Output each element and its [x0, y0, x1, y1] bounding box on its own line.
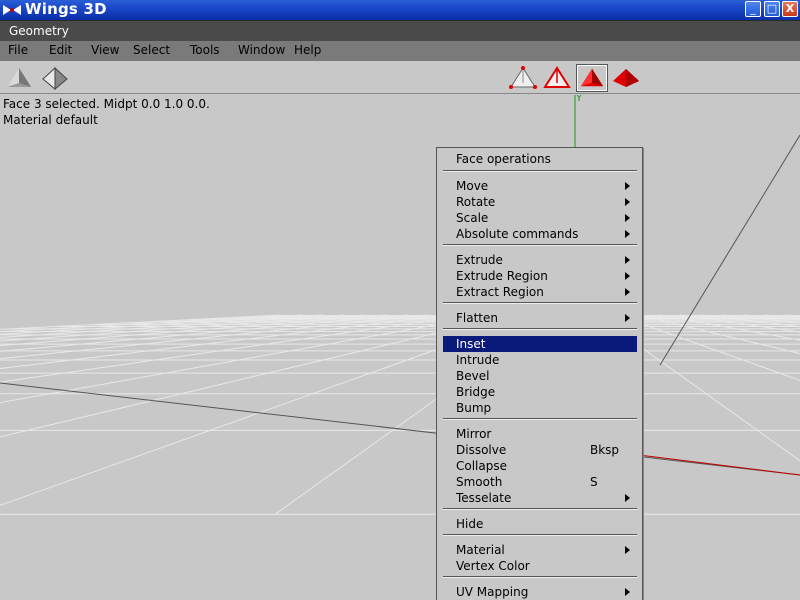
menu-item-flatten[interactable]: Flatten: [443, 310, 637, 326]
menu-item-shortcut: Bksp: [590, 443, 620, 457]
menu-item-absolute-commands[interactable]: Absolute commands: [443, 226, 637, 242]
submenu-arrow-icon: [625, 588, 630, 596]
menu-item-label: Extract Region: [456, 285, 544, 299]
geometry-title: Geometry: [9, 24, 69, 38]
menu-item-inset[interactable]: Inset: [443, 336, 637, 352]
menu-item-extract-region[interactable]: Extract Region: [443, 284, 637, 300]
menu-item-label: Bevel: [456, 369, 490, 383]
wings-logo-icon: [3, 5, 21, 15]
menu-item-label: Flatten: [456, 311, 498, 325]
menu-select[interactable]: Select: [133, 43, 170, 57]
menu-separator: [443, 418, 637, 420]
menu-item-label: Tesselate: [456, 491, 512, 505]
window-title: Wings 3D: [25, 0, 107, 18]
menu-help[interactable]: Help: [294, 43, 321, 57]
menu-item-extrude[interactable]: Extrude: [443, 252, 637, 268]
menu-item-label: Hide: [456, 517, 484, 531]
submenu-arrow-icon: [625, 314, 630, 322]
menu-item-label: Collapse: [456, 459, 507, 473]
submenu-arrow-icon: [625, 214, 630, 222]
smooth-shading-icon[interactable]: [4, 65, 34, 91]
face-operations-menu: Face operations Move Rotate Scale Absolute …: [436, 147, 643, 600]
submenu-arrow-icon: [625, 198, 630, 206]
selection-info: Face 3 selected. Midpt 0.0 1.0 0.0.: [3, 97, 210, 111]
menu-item-label: Move: [456, 179, 489, 193]
menu-item-label: Extrude: [456, 253, 503, 267]
menu-item-extrude-region[interactable]: Extrude Region: [443, 268, 637, 284]
menu-item-vertex-color[interactable]: Vertex Color: [443, 558, 637, 574]
menu-item-scale[interactable]: Scale: [443, 210, 637, 226]
menu-item-label: Scale: [456, 211, 489, 225]
menu-item-dissolve[interactable]: Dissolve Bksp: [443, 442, 637, 458]
menu-item-label: UV Mapping: [456, 585, 529, 599]
menu-window[interactable]: Window: [238, 43, 285, 57]
menu-separator: [443, 244, 637, 246]
submenu-arrow-icon: [625, 256, 630, 264]
menu-item-material[interactable]: Material: [443, 542, 637, 558]
menu-item-label: Smooth: [456, 475, 503, 489]
ground-grid: [0, 95, 800, 515]
menu-item-label: Intrude: [456, 353, 500, 367]
window-title-bar[interactable]: Wings 3D _ □ X: [0, 0, 800, 20]
menu-item-bump[interactable]: Bump: [443, 400, 637, 416]
menu-separator: [443, 328, 637, 330]
menu-item-label: Rotate: [456, 195, 496, 209]
close-button[interactable]: X: [782, 1, 798, 17]
face-select-icon[interactable]: [576, 64, 608, 92]
menu-item-move[interactable]: Move: [443, 178, 637, 194]
menu-item-hide[interactable]: Hide: [443, 516, 637, 532]
menu-item-label: Dissolve: [456, 443, 507, 457]
submenu-arrow-icon: [625, 272, 630, 280]
menu-item-shortcut: S: [590, 475, 598, 489]
maximize-button[interactable]: □: [764, 1, 780, 17]
menu-item-uv-mapping[interactable]: UV Mapping: [443, 584, 637, 600]
menu-item-label: Extrude Region: [456, 269, 548, 283]
3d-viewport[interactable]: Y Face 3 selected. Midpt 0.0 1.0 0.0. Ma…: [0, 95, 800, 600]
menu-item-bridge[interactable]: Bridge: [443, 384, 637, 400]
minimize-button[interactable]: _: [745, 1, 761, 17]
submenu-arrow-icon: [625, 288, 630, 296]
menubar: File Edit View Select Tools Window Help: [0, 41, 800, 61]
toolbar: [0, 61, 800, 94]
menu-item-collapse[interactable]: Collapse: [443, 458, 637, 474]
submenu-arrow-icon: [625, 494, 630, 502]
wireframe-shading-icon[interactable]: [40, 65, 70, 91]
menu-edit[interactable]: Edit: [49, 43, 72, 57]
menu-item-label: Inset: [456, 337, 486, 351]
x-axis-line: [0, 382, 800, 476]
menu-separator: [443, 576, 637, 578]
menu-item-tesselate[interactable]: Tesselate: [443, 490, 637, 506]
menu-item-label: Bridge: [456, 385, 496, 399]
material-info: Material default: [3, 113, 98, 127]
menu-item-smooth[interactable]: Smooth S: [443, 474, 637, 490]
menu-item-bevel[interactable]: Bevel: [443, 368, 637, 384]
menu-tools[interactable]: Tools: [190, 43, 220, 57]
menu-separator: [443, 302, 637, 304]
menu-item-label: Mirror: [456, 427, 492, 441]
menu-item-label: Vertex Color: [456, 559, 530, 573]
menu-separator: [443, 534, 637, 536]
menu-item-mirror[interactable]: Mirror: [443, 426, 637, 442]
vertex-select-icon[interactable]: [508, 65, 538, 91]
menu-header: Face operations: [456, 152, 551, 166]
z-axis-line: [659, 134, 800, 366]
y-axis-label: Y: [576, 95, 583, 104]
menu-item-intrude[interactable]: Intrude: [443, 352, 637, 368]
edge-select-icon[interactable]: [542, 65, 572, 91]
menu-item-label: Absolute commands: [456, 227, 579, 241]
menu-item-rotate[interactable]: Rotate: [443, 194, 637, 210]
menu-separator: [443, 170, 637, 172]
menu-view[interactable]: View: [91, 43, 119, 57]
body-select-icon[interactable]: [611, 65, 641, 91]
menu-file[interactable]: File: [8, 43, 28, 57]
submenu-arrow-icon: [625, 546, 630, 554]
geometry-window-bar[interactable]: Geometry: [0, 20, 800, 41]
menu-separator: [443, 508, 637, 510]
submenu-arrow-icon: [625, 230, 630, 238]
menu-item-label: Bump: [456, 401, 492, 415]
submenu-arrow-icon: [625, 182, 630, 190]
menu-item-label: Material: [456, 543, 505, 557]
